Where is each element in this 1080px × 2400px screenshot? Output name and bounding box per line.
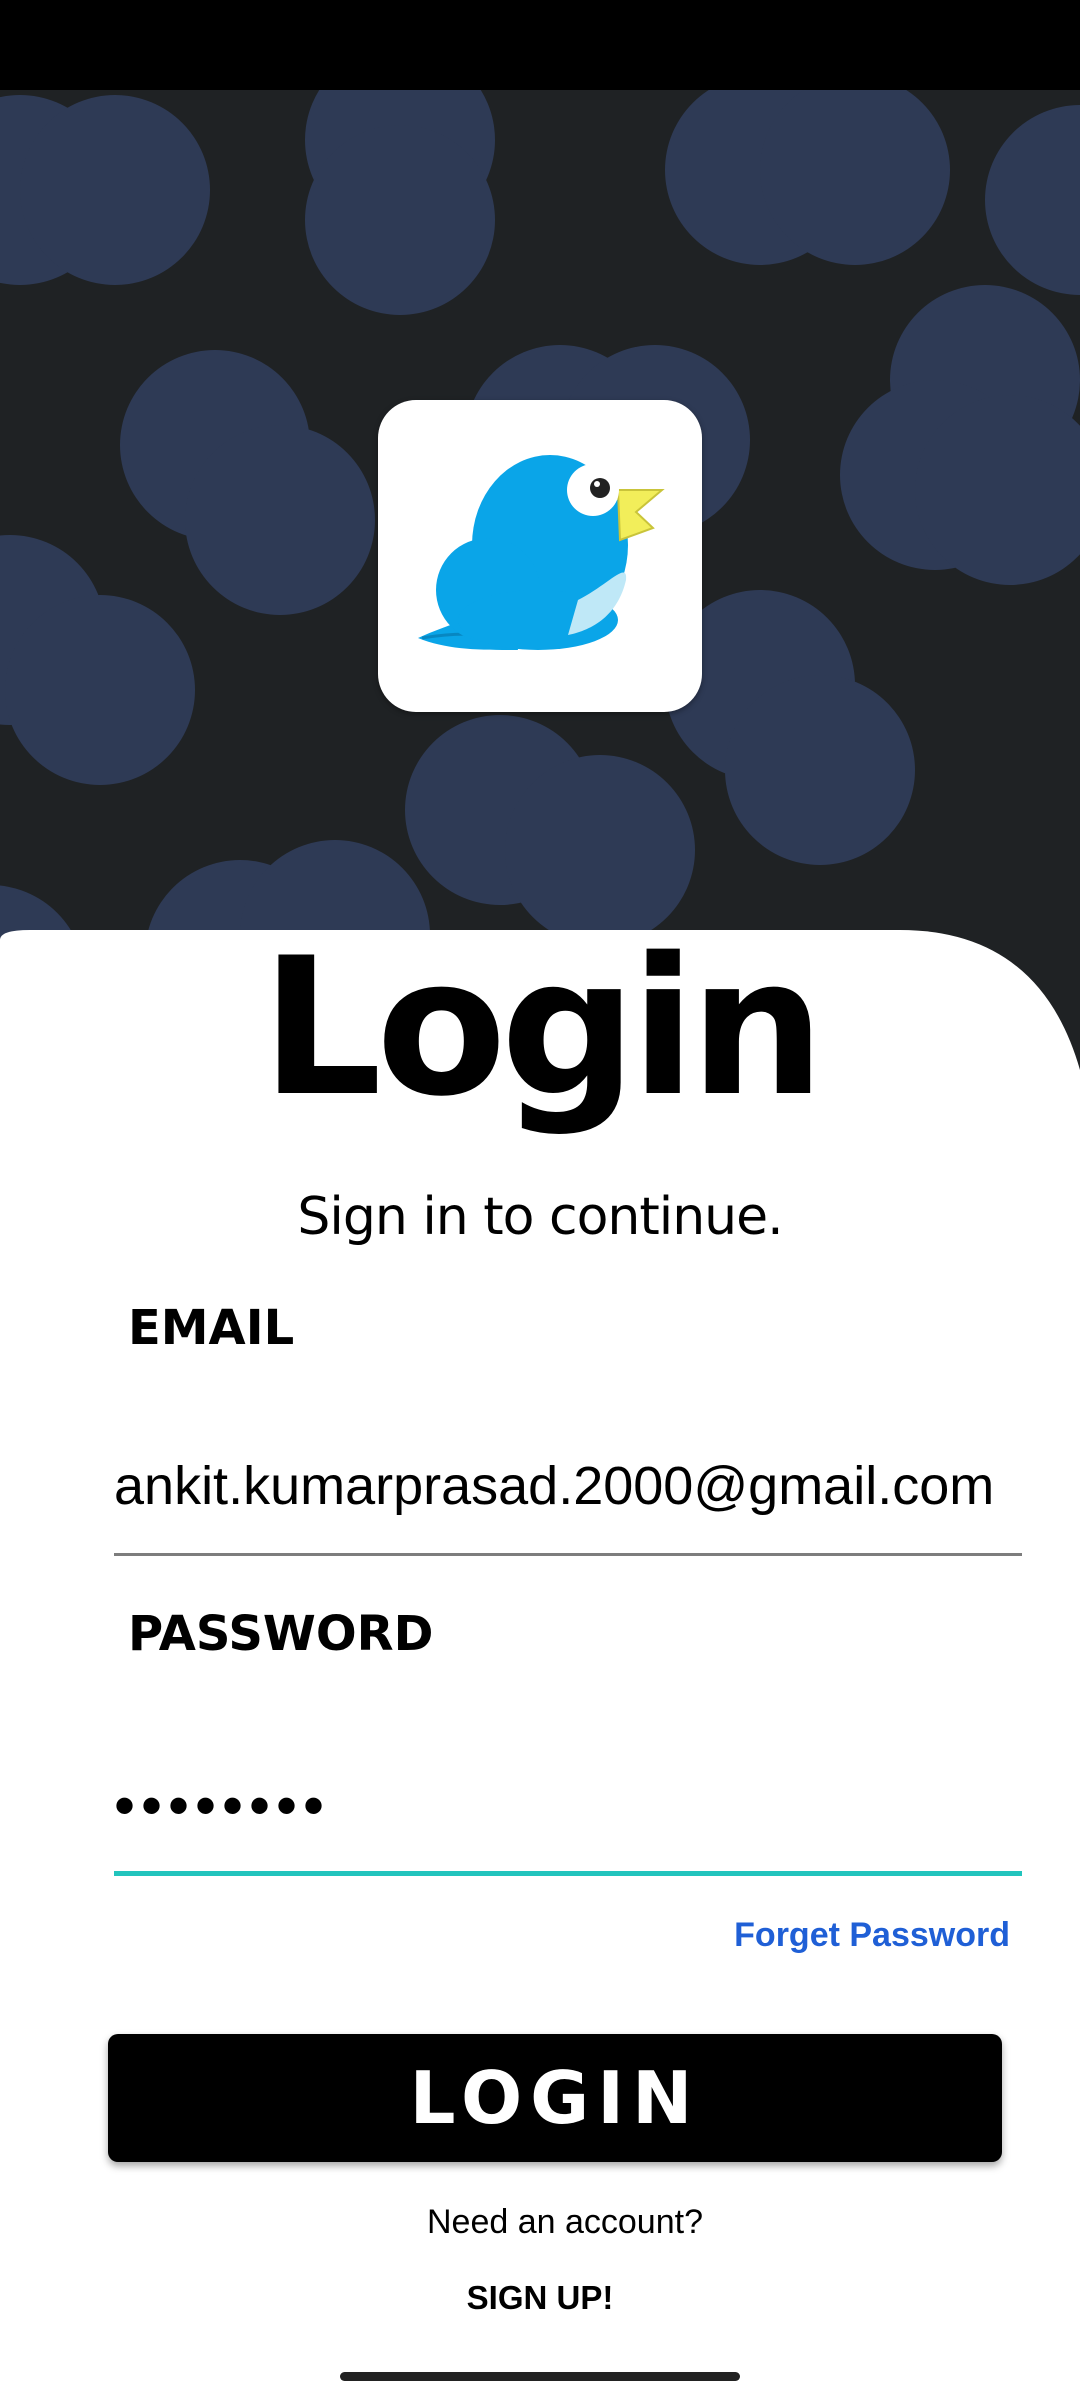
page-subtitle: Sign in to continue. [297, 1187, 783, 1247]
status-bar [0, 0, 1080, 90]
need-account-text: Need an account? [427, 2203, 703, 2241]
bird-logo-icon [418, 455, 665, 650]
home-indicator[interactable] [340, 2372, 740, 2381]
login-button[interactable]: LOGIN [108, 2034, 1002, 2162]
email-field[interactable] [114, 1424, 1022, 1556]
password-field[interactable] [114, 1740, 1022, 1876]
app-logo [378, 400, 702, 712]
password-label: PASSWORD [128, 1606, 434, 1662]
forgot-password-link[interactable]: Forget Password [734, 1912, 1010, 1958]
page-title: Login [261, 917, 825, 1138]
email-label: EMAIL [128, 1300, 295, 1356]
signup-link[interactable]: SIGN UP! [0, 2276, 1080, 2320]
